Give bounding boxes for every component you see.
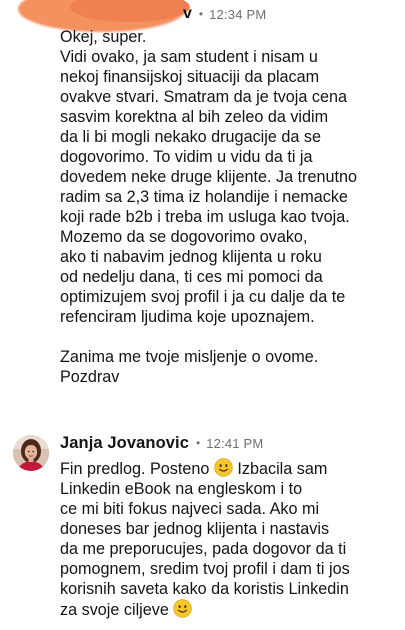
message-line: optimizujem svoj profil i ja cu dalje da… (60, 288, 346, 306)
message-line: radim sa 2,3 tima iz holandije i nemacke (60, 188, 348, 206)
message-line: Zanima me tvoje misljenje o ovome. (60, 348, 319, 366)
slightly-smiling-face-emoji-icon (214, 458, 233, 477)
message-line: od nedelju dana, ti ces mi pomoci da (60, 268, 323, 286)
message-line: ako ti nabavim jednog klijenta u roku (60, 248, 322, 266)
message-text: Fin predlog. Posteno (60, 460, 214, 478)
message-line: da li bi mogli nekako drugacije da se (60, 128, 321, 146)
message-text: za svoje ciljeve (60, 601, 174, 619)
message-line: Pozdrav (60, 368, 120, 386)
timestamp: 12:34 PM (209, 6, 267, 22)
message-line: nekoj finansijskoj situaciji da placam (60, 68, 320, 86)
message-line: za svoje ciljeve (60, 599, 400, 620)
message-1-header: v • 12:34 PM (183, 4, 266, 24)
message-line: da me preporucujes, pada dogovor da ti (60, 540, 347, 558)
message-thread: v • 12:34 PM Okej, super. Vidi ovako, ja… (0, 0, 405, 630)
message-1-body: Okej, super. Vidi ovako, ja sam student … (60, 27, 400, 387)
message-line: Linkedin eBook na engleskom i to (60, 480, 303, 498)
slightly-smiling-face-emoji-icon (173, 599, 193, 618)
separator-dot: • (198, 7, 204, 21)
message-line: sasvim korektna al bih zeleo da vidim (60, 108, 329, 126)
message-line: koji rade b2b i treba im usluga kao tvoj… (60, 208, 350, 226)
message-text: Izbacila sam (232, 460, 328, 478)
message-line: refenciram ljudima koje upoznajem. (60, 308, 315, 326)
message-line: Okej, super. (60, 28, 147, 46)
message-line: dogovorimo. To vidim u vidu da ti ja (60, 148, 313, 166)
message-line: ovakve stvari. Smatram da je tvoja cena (60, 88, 348, 106)
timestamp: 12:41 PM (206, 435, 264, 451)
message-line: dovedem neke druge klijente. Ja trenutno (60, 168, 357, 186)
message-line: pomognem, sredim tvoj profil i dam ti jo… (60, 560, 350, 578)
separator-dot: • (195, 436, 201, 450)
message-line: korisnih saveta kako da koristis Linkedi… (60, 580, 349, 598)
sender-name[interactable]: Janja Jovanovic (60, 434, 189, 453)
message-2-header: Janja Jovanovic • 12:41 PM (60, 432, 263, 454)
sender-name[interactable]: v (183, 5, 192, 23)
message-line: Vidi ovako, ja sam student i nisam u (60, 48, 318, 66)
message-line: Fin predlog. Posteno Izbacila sam (60, 458, 400, 479)
message-line: ce mi biti fokus najveci sada. Ako mi (60, 500, 320, 518)
message-2-body: Fin predlog. Posteno Izbacila sam Linked… (60, 458, 400, 620)
message-line: doneses bar jednog klijenta i nastavis (60, 520, 330, 538)
avatar[interactable] (13, 435, 49, 471)
message-line: Mozemo da se dogovorimo ovako, (60, 228, 308, 246)
avatar-photo (13, 435, 49, 471)
